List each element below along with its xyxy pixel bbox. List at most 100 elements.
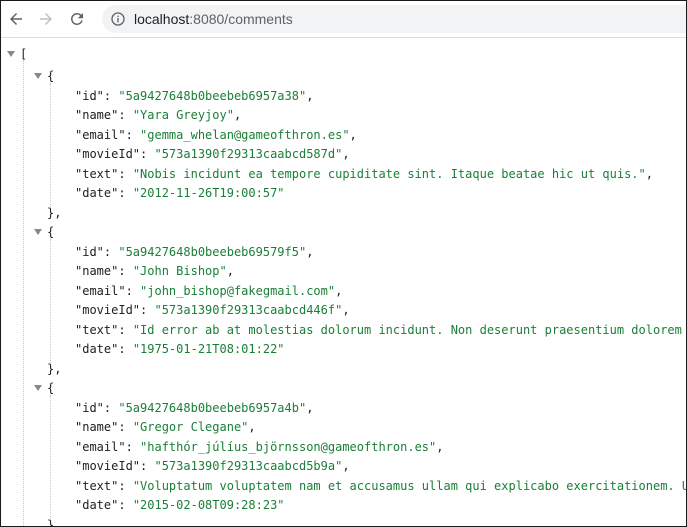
json-colon: : (118, 342, 133, 356)
json-comma: , (306, 400, 314, 415)
reload-icon (70, 12, 83, 25)
json-colon: : (118, 498, 133, 512)
indent-guide (50, 83, 51, 211)
json-field-id: "id": "5a9427648b0beebeb6957a4b", (75, 399, 313, 419)
json-colon: : (140, 459, 155, 473)
json-value: "Voluptatum voluptatem nam et accusamus … (132, 478, 686, 493)
json-value: "5a9427648b0beebeb6957a38" (118, 88, 307, 103)
arrow-left-icon (10, 13, 22, 25)
json-key: "id" (75, 244, 104, 259)
json-comma: , (645, 166, 653, 181)
indent-guide (23, 60, 24, 526)
browser-window: localhost:8080/comments [ { "id": "5a9427… (0, 0, 687, 527)
json-colon: : (125, 127, 141, 142)
forward-button[interactable] (34, 7, 58, 31)
json-value: "1975-01-21T08:01:22" (132, 342, 285, 356)
json-colon: : (118, 166, 133, 181)
json-close-brace: }, (47, 517, 62, 527)
json-colon: : (140, 303, 155, 317)
json-value: "Id error ab at molestias dolorum incidu… (132, 322, 686, 337)
json-comma: , (335, 283, 343, 298)
json-comma: , (349, 127, 357, 142)
json-colon: : (103, 244, 119, 259)
json-field-id: "id": "5a9427648b0beebeb6957a38", (75, 87, 313, 107)
json-field-date: "date": "2012-11-26T19:00:57" (75, 184, 285, 204)
json-close-brace: }, (47, 361, 62, 376)
json-key: "email" (75, 127, 126, 142)
collapse-toggle-root[interactable] (7, 51, 15, 57)
json-value: "573a1390f29313caabcd5b9a" (154, 459, 343, 473)
back-button[interactable] (4, 7, 28, 31)
collapse-toggle-record[interactable] (34, 229, 42, 235)
json-field-email: "email": "gemma_whelan@gameofthron.es", (75, 126, 357, 146)
json-value: "5a9427648b0beebeb69579f5" (118, 244, 307, 259)
json-key: "date" (75, 498, 119, 512)
json-field-date: "date": "2015-02-08T09:28:23" (75, 496, 285, 516)
json-colon: : (103, 400, 119, 415)
json-comma: , (342, 147, 350, 161)
json-open-brace: { (47, 69, 55, 83)
json-value: "Yara Greyjoy" (132, 108, 234, 122)
json-key: "text" (75, 166, 119, 181)
collapse-toggle-record[interactable] (34, 73, 42, 79)
json-colon: : (118, 478, 133, 493)
json-comma: , (248, 420, 256, 434)
json-comma: , (226, 264, 234, 278)
collapse-toggle-record[interactable] (34, 385, 42, 391)
json-key: "movieId" (75, 459, 141, 473)
browser-toolbar: localhost:8080/comments (1, 1, 686, 38)
json-key: "date" (75, 186, 119, 200)
reload-button[interactable] (65, 7, 89, 31)
json-field-movieId: "movieId": "573a1390f29313caabcd5b9a", (75, 457, 350, 477)
json-value: "Nobis incidunt ea tempore cupiditate si… (132, 166, 646, 181)
json-key: "email" (75, 439, 126, 454)
json-field-text: "text": "Voluptatum voluptatem nam et ac… (75, 477, 686, 497)
url-host: localhost (134, 11, 190, 27)
json-value: "573a1390f29313caabcd587d" (154, 147, 343, 161)
json-colon: : (103, 88, 119, 103)
json-field-text: "text": "Id error ab at molestias doloru… (75, 321, 686, 341)
address-bar[interactable]: localhost:8080/comments (102, 5, 686, 33)
json-value: "5a9427648b0beebeb6957a4b" (118, 400, 307, 415)
json-field-text: "text": "Nobis incidunt ea tempore cupid… (75, 165, 653, 185)
url-path: :8080/comments (189, 11, 293, 27)
json-comma: , (306, 244, 314, 259)
json-value: "2015-02-08T09:28:23" (132, 498, 285, 512)
json-comma: , (306, 88, 314, 103)
url-text[interactable]: localhost:8080/comments (134, 11, 293, 27)
json-key: "name" (75, 264, 119, 278)
json-field-name: "name": "Yara Greyjoy", (75, 106, 241, 126)
json-field-name: "name": "Gregor Clegane", (75, 418, 256, 438)
info-icon[interactable] (110, 11, 126, 27)
json-open-bracket: [ (20, 47, 28, 61)
json-colon: : (118, 420, 133, 434)
json-open-brace: { (47, 381, 55, 395)
json-key: "id" (75, 88, 104, 103)
json-value: "573a1390f29313caabcd446f" (154, 303, 343, 317)
arrow-right-icon (40, 13, 52, 25)
json-colon: : (118, 186, 133, 200)
json-key: "text" (75, 478, 119, 493)
json-colon: : (118, 264, 133, 278)
json-comma: , (436, 439, 444, 454)
json-colon: : (140, 147, 155, 161)
json-field-email: "email": "hafthór_júlíus_björnsson@gameo… (75, 438, 443, 458)
json-key: "name" (75, 420, 119, 434)
json-open-brace: { (47, 225, 55, 239)
json-key: "name" (75, 108, 119, 122)
json-viewer: [ {"id": "5a9427648b0beebeb6957a38", "nam… (1, 38, 686, 526)
json-value: "Gregor Clegane" (132, 420, 249, 434)
json-key: "text" (75, 322, 119, 337)
json-key: "movieId" (75, 147, 141, 161)
json-value: "gemma_whelan@gameofthron.es" (140, 127, 350, 142)
json-field-movieId: "movieId": "573a1390f29313caabcd587d", (75, 145, 350, 165)
json-field-email: "email": "john_bishop@fakegmail.com", (75, 282, 342, 302)
json-comma: , (342, 459, 350, 473)
json-comma: , (342, 303, 350, 317)
indent-guide (50, 239, 51, 367)
json-comma: , (233, 108, 242, 122)
json-close-brace: }, (47, 205, 62, 220)
json-key: "movieId" (75, 303, 141, 317)
json-field-id: "id": "5a9427648b0beebeb69579f5", (75, 243, 313, 263)
json-value: "2012-11-26T19:00:57" (132, 186, 285, 200)
